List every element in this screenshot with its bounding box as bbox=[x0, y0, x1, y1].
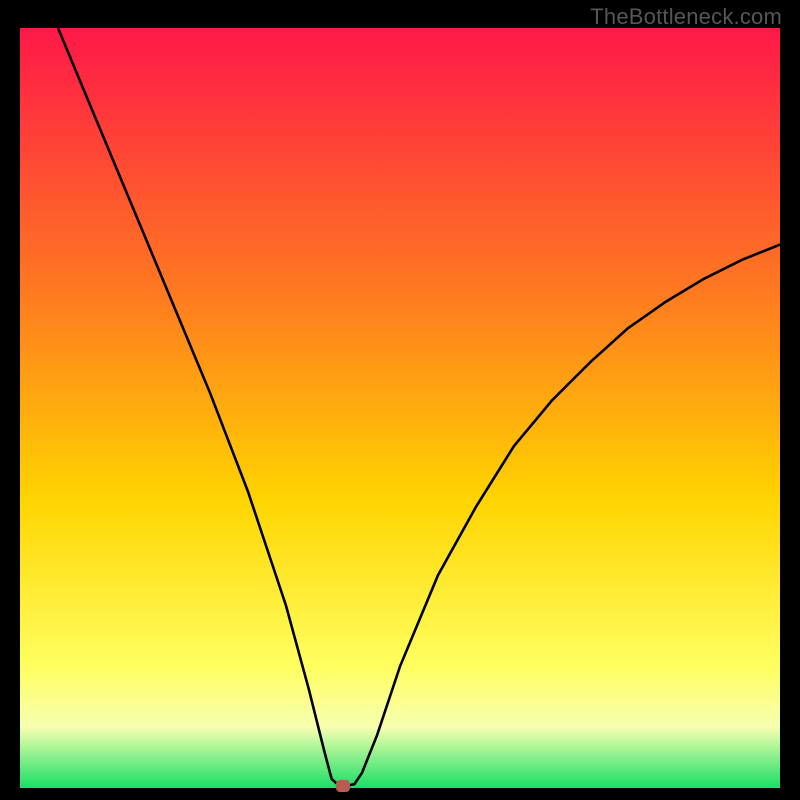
bottleneck-chart bbox=[20, 28, 780, 788]
watermark-label: TheBottleneck.com bbox=[590, 4, 782, 30]
chart-container: TheBottleneck.com bbox=[0, 0, 800, 800]
chart-background bbox=[20, 28, 780, 788]
plot-frame bbox=[20, 28, 780, 788]
optimal-point-marker bbox=[336, 780, 350, 792]
